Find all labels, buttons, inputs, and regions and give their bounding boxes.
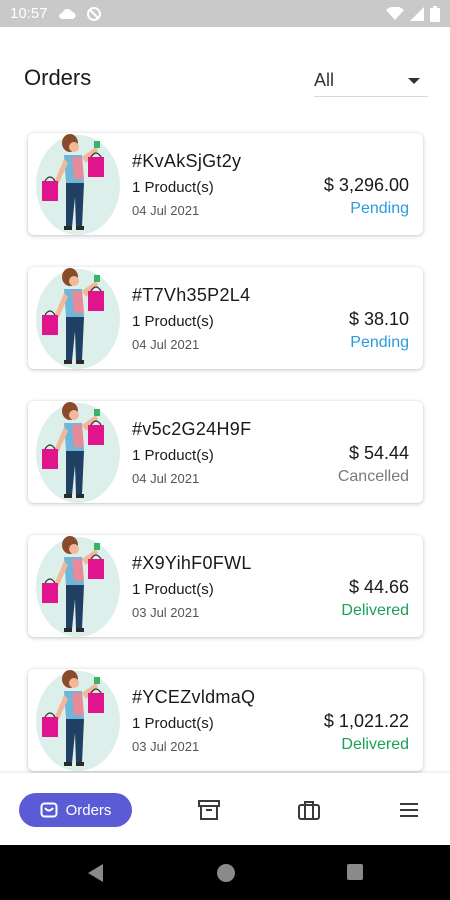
order-product-count: 1 Product(s) [132, 179, 214, 196]
back-triangle-icon[interactable] [86, 863, 104, 883]
nav-orders-label: Orders [65, 801, 112, 819]
order-date: 03 Jul 2021 [132, 605, 200, 620]
order-date: 04 Jul 2021 [132, 337, 200, 352]
order-id: #YCEZvldmaQ [132, 687, 256, 707]
order-id: #X9YihF0FWL [132, 553, 252, 573]
home-circle-icon[interactable] [216, 863, 236, 883]
filter-selected-value: All [314, 70, 335, 90]
order-status-label: Pending [350, 334, 409, 351]
order-product-count: 1 Product(s) [132, 313, 214, 330]
shopping-woman-illustration [36, 268, 120, 369]
order-status-label: Delivered [341, 602, 409, 619]
order-id: #KvAkSjGt2y [132, 151, 242, 171]
status-bar: 10:57 [0, 0, 450, 27]
order-card[interactable]: #YCEZvldmaQ 1 Product(s) 03 Jul 2021 $ 1… [28, 669, 423, 771]
bottom-navigation: Orders [0, 773, 450, 845]
order-status-label: Cancelled [337, 468, 409, 485]
order-total-price: $ 1,021.22 [323, 711, 409, 731]
order-total-price: $ 3,296.00 [323, 175, 409, 195]
order-status-filter[interactable]: All [314, 65, 428, 97]
shopping-woman-illustration [36, 670, 120, 771]
cloud-icon [58, 8, 76, 19]
order-product-count: 1 Product(s) [132, 581, 214, 598]
order-id: #v5c2G24H9F [132, 419, 252, 439]
page-title: Orders [24, 65, 92, 90]
order-date: 03 Jul 2021 [132, 739, 200, 754]
wifi-icon [386, 6, 404, 20]
menu-icon[interactable] [397, 798, 421, 822]
order-status-label: Pending [350, 200, 409, 217]
orders-bag-icon [40, 802, 58, 818]
order-total-price: $ 44.66 [348, 577, 409, 597]
order-card[interactable]: #X9YihF0FWL 1 Product(s) 03 Jul 2021 $ 4… [28, 535, 423, 637]
order-product-count: 1 Product(s) [132, 447, 214, 464]
nav-orders-button[interactable]: Orders [19, 793, 132, 827]
caret-down-icon [408, 77, 420, 84]
battery-icon [430, 5, 440, 22]
order-list: #KvAkSjGt2y 1 Product(s) 04 Jul 2021 $ 3… [28, 133, 423, 803]
order-product-count: 1 Product(s) [132, 715, 214, 732]
order-id: #T7Vh35P2L4 [132, 285, 251, 305]
status-time: 10:57 [10, 5, 48, 22]
order-card[interactable]: #v5c2G24H9F 1 Product(s) 04 Jul 2021 $ 5… [28, 401, 423, 503]
shopping-woman-illustration [36, 402, 120, 503]
signal-icon [410, 6, 424, 21]
archive-box-icon[interactable] [197, 798, 221, 822]
order-card[interactable]: #T7Vh35P2L4 1 Product(s) 04 Jul 2021 $ 3… [28, 267, 423, 369]
order-total-price: $ 38.10 [348, 309, 409, 329]
recents-square-icon[interactable] [346, 863, 364, 881]
page-header: Orders All [0, 27, 450, 127]
order-card[interactable]: #KvAkSjGt2y 1 Product(s) 04 Jul 2021 $ 3… [28, 133, 423, 235]
sync-icon [86, 6, 101, 21]
order-date: 04 Jul 2021 [132, 471, 200, 486]
order-status-label: Delivered [341, 736, 409, 753]
shopping-woman-illustration [36, 134, 120, 235]
order-total-price: $ 54.44 [348, 443, 409, 463]
system-navigation-bar [0, 845, 450, 900]
shopping-woman-illustration [36, 536, 120, 637]
briefcase-icon[interactable] [297, 798, 321, 822]
order-date: 04 Jul 2021 [132, 203, 200, 218]
